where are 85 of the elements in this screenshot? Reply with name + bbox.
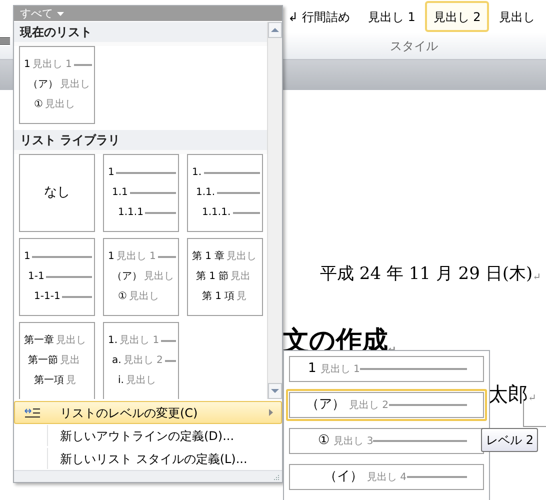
list-number: 1	[108, 251, 114, 263]
list-number: ①	[318, 432, 330, 450]
heading-label: 見出し 4	[367, 470, 407, 484]
list-number: 第 1 項	[202, 291, 235, 303]
style-gallery-item[interactable]: ↲ 行間詰め	[280, 1, 358, 32]
resize-grip-icon[interactable]	[273, 474, 279, 480]
document-text: 太郎	[488, 380, 528, 408]
heading-label: 見	[236, 291, 247, 303]
menu-item[interactable]: 新しいアウトラインの定義(D)...	[14, 424, 282, 447]
heading-label: 見出し 1	[116, 251, 156, 263]
list-number: 第一節	[28, 355, 58, 367]
list-number: ①	[34, 99, 43, 111]
heading-label: 見出し	[128, 291, 159, 303]
paragraph-mark: ↵	[532, 270, 541, 284]
style-gallery-item[interactable]: 見出し 1	[360, 1, 424, 32]
menu-item[interactable]: リストのレベルの変更(C)	[14, 401, 282, 424]
document-text: 平成 24 年 11 月 29 日(木)	[320, 263, 533, 286]
list-number: 1	[308, 360, 316, 378]
heading-label: 見出し 1	[320, 362, 360, 376]
list-number: 1.1.1	[118, 207, 144, 219]
list-number: 1-1-1	[34, 291, 60, 303]
list-number: 第 1 章	[192, 251, 225, 263]
down-arrow-icon	[271, 389, 279, 393]
list-thumbnail[interactable]: 1 見出し 1 （ア） 見出し ① 見出し	[19, 46, 95, 124]
scroll-down-button[interactable]	[268, 383, 282, 399]
list-thumbnail[interactable]: 1 1-1 1-1-1	[19, 238, 95, 316]
list-thumbnail[interactable]: 第 1 章 見出し 第 1 節 見出 第 1 項 見	[187, 238, 263, 316]
list-thumbnail[interactable]: 1 見出し 1 （ア） 見出し ① 見出し	[103, 238, 179, 316]
list-thumbnail[interactable]: なし	[19, 154, 95, 232]
list-number: 1.1.	[196, 187, 216, 199]
list-number: 1	[24, 251, 30, 263]
tooltip: レベル 2	[481, 428, 538, 452]
list-number: 1	[108, 167, 114, 179]
list-number: ①	[118, 291, 127, 303]
section-title: リスト ライブラリ	[20, 132, 120, 149]
submenu-arrow-icon	[269, 409, 273, 416]
heading-label: 見出し	[60, 79, 90, 91]
heading-label: 見出	[230, 271, 251, 283]
list-thumbnail[interactable]: 1. 見出し 1 a. 見出し 2 i. 見出し	[103, 322, 179, 399]
paragraph-mark: ↵	[528, 392, 536, 406]
heading-label: 見出し 3	[334, 434, 374, 448]
list-number: （ア）	[306, 396, 345, 414]
list-number: 第一章	[24, 335, 54, 347]
heading-label: 見出し 2	[349, 398, 389, 412]
level-option[interactable]: 1 見出し 1	[286, 353, 487, 385]
list-number: （ア）	[28, 79, 58, 91]
list-number: i.	[118, 375, 124, 387]
style-gallery-item[interactable]: 見出し	[490, 1, 543, 32]
level-option[interactable]: ① 見出し 3	[286, 425, 487, 457]
list-number: 第 1 節	[196, 271, 229, 283]
heading-label: 見出し	[226, 251, 257, 263]
heading-label: 見出し 1	[120, 335, 160, 347]
group-label: スタイル	[390, 38, 438, 54]
list-number: 第一項	[34, 375, 64, 387]
heading-label: 見出し	[44, 99, 75, 111]
style-gallery-item[interactable]: 見出し 2	[425, 1, 489, 32]
list-number: 1.	[192, 167, 202, 179]
list-icon[interactable]	[0, 37, 10, 46]
list-number: （イ）	[324, 468, 363, 486]
list-thumbnail[interactable]: 1 1.1 1.1.1	[103, 154, 179, 232]
heading-label: 見出し	[144, 271, 174, 283]
list-number: 1	[24, 59, 30, 71]
list-number: 1-1	[28, 271, 44, 283]
list-number: （ア）	[112, 271, 142, 283]
list-level-icon	[24, 408, 40, 418]
up-arrow-icon	[271, 28, 279, 32]
level-option[interactable]: （イ） 見出し 4	[286, 461, 487, 493]
heading-label: 見出し	[56, 335, 86, 347]
list-thumbnail[interactable]: 1. 1.1. 1.1.1.	[187, 154, 263, 232]
section-title: 現在のリスト	[20, 24, 92, 41]
heading-label: 見出	[60, 355, 80, 367]
list-number: 1.1	[112, 187, 128, 199]
list-number: a.	[112, 355, 122, 367]
heading-label: 見出し 2	[123, 355, 163, 367]
list-number: 1.1.1.	[202, 207, 231, 219]
caret-icon	[57, 12, 64, 16]
menu-item[interactable]: 新しいリスト スタイルの定義(L)...	[14, 447, 282, 470]
heading-label: 見出し 1	[32, 59, 72, 71]
scroll-up-button[interactable]	[268, 22, 282, 38]
heading-label: 見出し	[126, 375, 156, 387]
heading-label: 見	[66, 375, 76, 387]
list-thumbnail[interactable]: 第一章 見出し 第一節 見出 第一項 見	[19, 322, 95, 399]
list-number: 1.	[108, 335, 118, 347]
level-option[interactable]: （ア） 見出し 2	[286, 389, 487, 421]
rule-line	[406, 476, 467, 478]
